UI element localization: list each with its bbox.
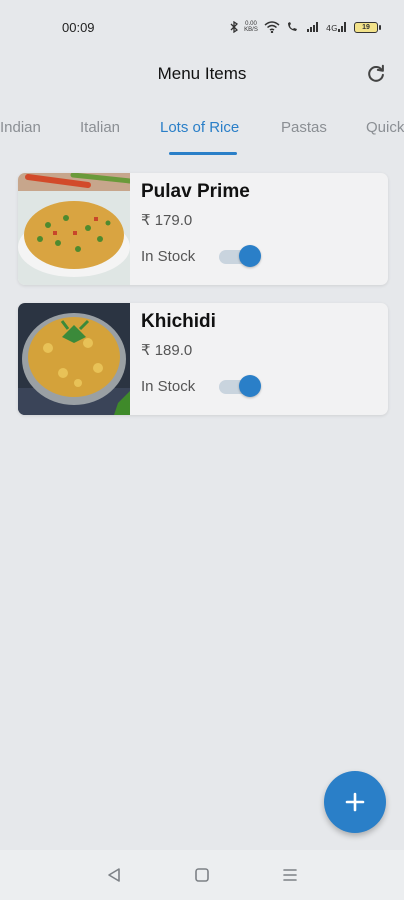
tab-lots-of-rice[interactable]: Lots of Rice xyxy=(160,106,239,156)
add-item-button[interactable] xyxy=(324,771,386,833)
stock-label: In Stock xyxy=(141,378,196,395)
network-speed: 0.00 KB/S xyxy=(244,21,258,33)
status-bar: 00:09 0.00 KB/S 4G 19 xyxy=(0,0,404,54)
nav-menu-button[interactable] xyxy=(270,855,310,895)
bluetooth-icon xyxy=(230,21,238,33)
status-time: 00:09 xyxy=(62,19,95,35)
back-triangle-icon xyxy=(108,868,120,882)
tab-quick[interactable]: Quick xyxy=(366,106,404,156)
plus-icon xyxy=(345,792,365,812)
battery-icon: 19 xyxy=(354,21,381,33)
in-stock-toggle[interactable] xyxy=(219,374,261,398)
item-price: ₹ 189.0 xyxy=(141,342,193,359)
khichidi-image xyxy=(18,303,130,415)
status-icons: 0.00 KB/S 4G 19 xyxy=(230,21,381,33)
refresh-button[interactable] xyxy=(362,60,390,88)
signal-icon-1 xyxy=(307,22,318,32)
category-tabs: Indian Italian Lots of Rice Pastas Quick xyxy=(0,106,404,156)
battery-level: 19 xyxy=(362,23,370,31)
item-price: ₹ 179.0 xyxy=(141,212,193,229)
toggle-thumb xyxy=(239,245,261,267)
page-title: Menu Items xyxy=(157,64,247,83)
call-icon xyxy=(288,22,297,31)
tab-italian[interactable]: Italian xyxy=(80,106,120,156)
signal-icon-2: 4G xyxy=(326,22,346,33)
item-name: Pulav Prime xyxy=(141,181,250,202)
tab-pastas[interactable]: Pastas xyxy=(281,106,327,156)
refresh-icon xyxy=(368,64,384,82)
app-header: Menu Items xyxy=(0,54,404,94)
tab-active-indicator xyxy=(169,152,237,155)
home-square-icon xyxy=(195,868,209,882)
in-stock-toggle[interactable] xyxy=(219,244,261,268)
pulav-image xyxy=(18,173,130,285)
menu-item-card[interactable]: Pulav Prime ₹ 179.0 In Stock xyxy=(18,173,388,285)
nav-home-button[interactable] xyxy=(182,855,222,895)
menu-item-card[interactable]: Khichidi ₹ 189.0 In Stock xyxy=(18,303,388,415)
nav-back-button[interactable] xyxy=(94,855,134,895)
toggle-thumb xyxy=(239,375,261,397)
wifi-icon xyxy=(264,21,280,33)
tab-indian[interactable]: Indian xyxy=(0,106,41,156)
svg-text:4G: 4G xyxy=(326,24,337,33)
menu-lines-icon xyxy=(283,869,297,881)
item-name: Khichidi xyxy=(141,311,216,332)
system-nav-bar xyxy=(0,850,404,900)
stock-label: In Stock xyxy=(141,248,196,265)
